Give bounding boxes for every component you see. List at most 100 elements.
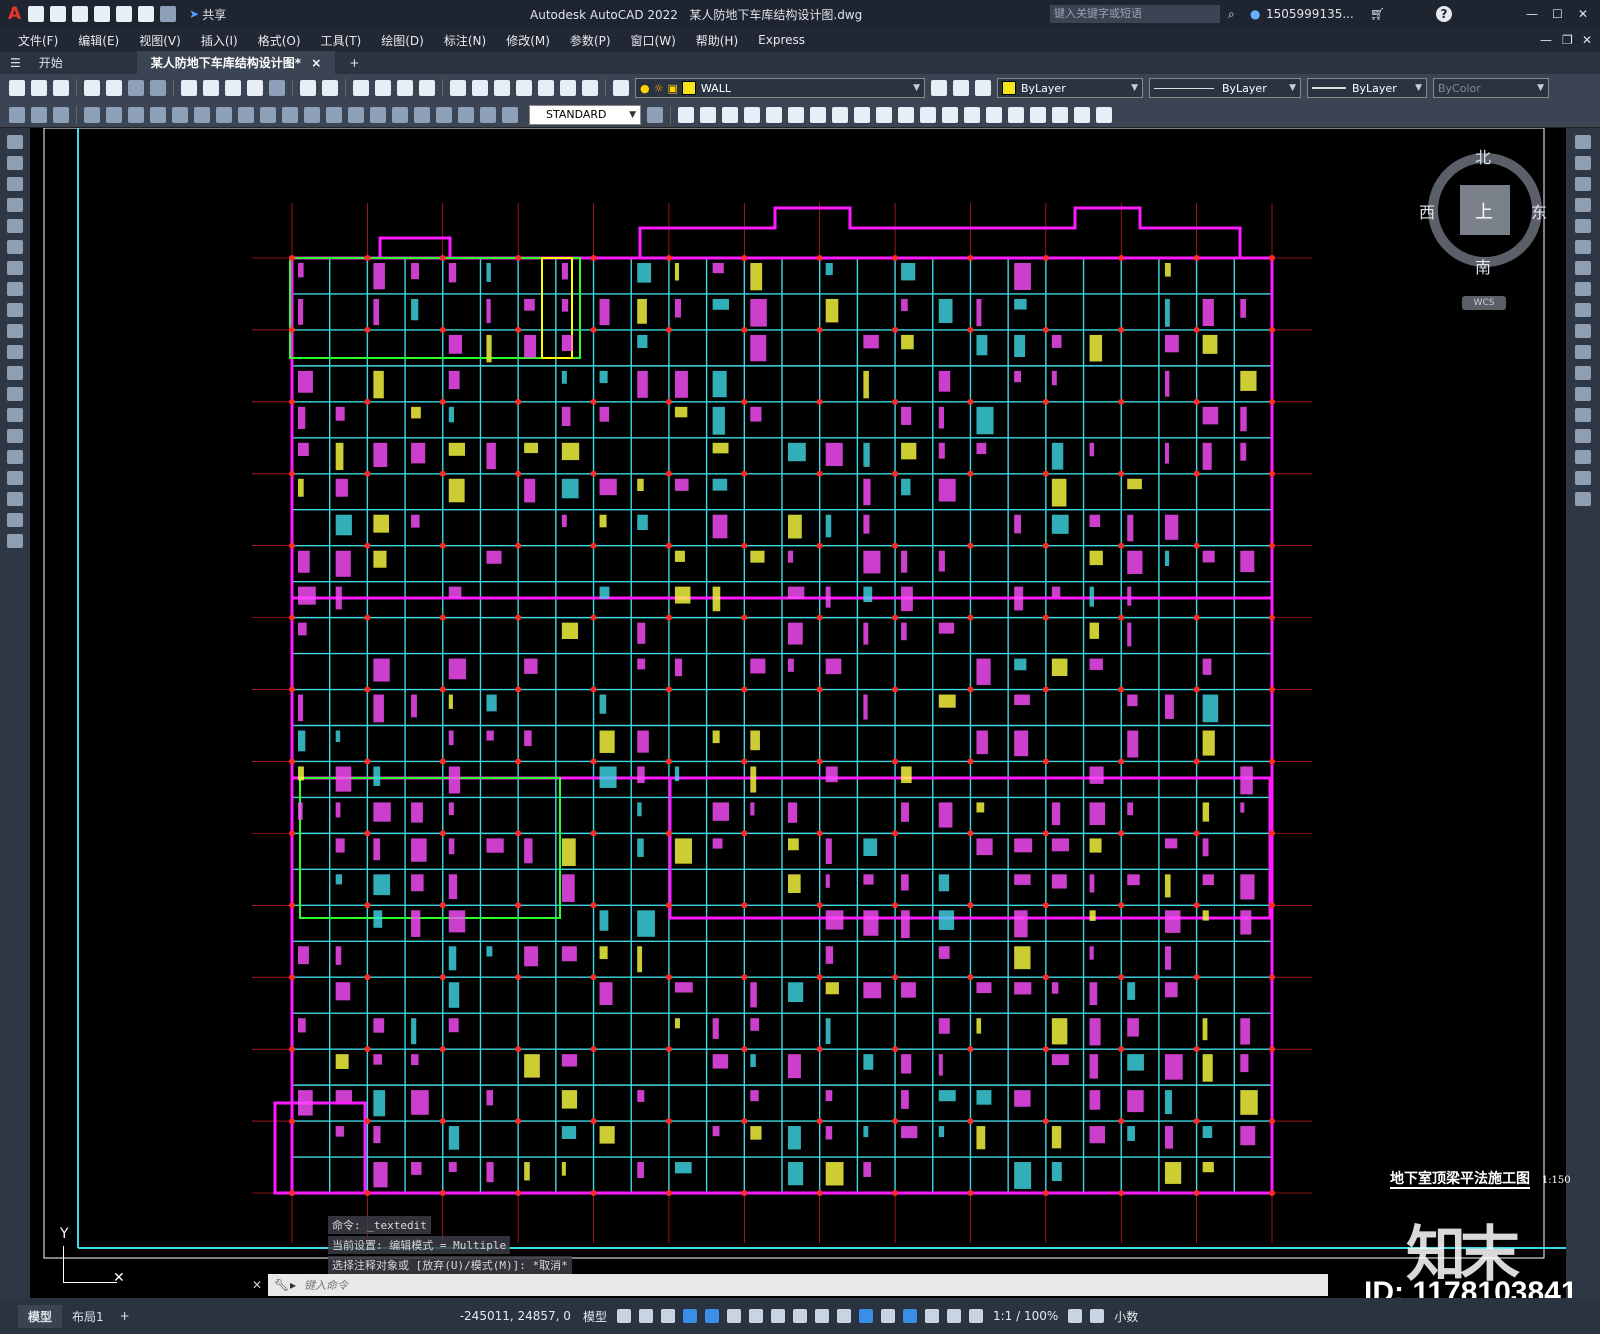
- workspace-icon[interactable]: [9, 106, 25, 123]
- redo-icon[interactable]: [322, 80, 338, 96]
- ortho-icon[interactable]: [682, 1309, 697, 1323]
- insert-block-icon[interactable]: [7, 366, 23, 380]
- quick-dim-icon[interactable]: [260, 106, 276, 123]
- array-icon[interactable]: [1575, 219, 1591, 233]
- quick-access-plot-icon[interactable]: [116, 6, 133, 22]
- properties-icon[interactable]: [450, 80, 466, 96]
- extend-icon[interactable]: [1575, 345, 1591, 359]
- osnap-icon[interactable]: [770, 1309, 785, 1323]
- break-icon[interactable]: [1575, 387, 1591, 401]
- modify-tool-10-icon[interactable]: [876, 106, 892, 123]
- gizmo-icon[interactable]: [924, 1309, 939, 1323]
- mtext-icon[interactable]: [7, 513, 23, 527]
- compass-north[interactable]: 北: [1475, 144, 1491, 168]
- dim-space-icon[interactable]: [326, 106, 342, 123]
- block-editor-icon[interactable]: [269, 80, 285, 96]
- quick-access-save-icon[interactable]: [72, 6, 89, 22]
- annotation-visibility-icon[interactable]: [946, 1309, 961, 1323]
- compass-west[interactable]: 西: [1419, 199, 1435, 223]
- offset-icon[interactable]: [1575, 198, 1591, 212]
- polar-icon[interactable]: [704, 1309, 719, 1323]
- jogged-linear-icon[interactable]: [436, 106, 452, 123]
- menu-parametric[interactable]: 参数(P): [570, 32, 611, 49]
- copy-object-icon[interactable]: [1575, 156, 1591, 170]
- modify-tool-18-icon[interactable]: [1052, 106, 1068, 123]
- grid-icon[interactable]: [616, 1309, 631, 1323]
- ellipse-arc-icon[interactable]: [7, 345, 23, 359]
- angular-dim-icon[interactable]: [238, 106, 254, 123]
- command-customize-icon[interactable]: 🔧︎: [274, 1278, 289, 1292]
- cart-icon[interactable]: 🛒︎: [1370, 7, 1385, 21]
- quick-access-redo-icon[interactable]: [160, 6, 177, 22]
- modify-tool-5-icon[interactable]: [766, 106, 782, 123]
- polygon-icon[interactable]: [7, 198, 23, 212]
- diameter-dim-icon[interactable]: [216, 106, 232, 123]
- dim-text-edit-icon[interactable]: [480, 106, 496, 123]
- join-icon[interactable]: [1575, 408, 1591, 422]
- radius-dim-icon[interactable]: [172, 106, 188, 123]
- zoom-window-icon[interactable]: [397, 80, 413, 96]
- scale-icon[interactable]: [1575, 282, 1591, 296]
- compass-east[interactable]: 东: [1531, 199, 1547, 223]
- annotation-monitor-icon[interactable]: [1090, 1309, 1105, 1323]
- polyline-icon[interactable]: [7, 177, 23, 191]
- tab-layout1[interactable]: 布局1: [62, 1305, 114, 1328]
- isodraft-icon[interactable]: [726, 1309, 741, 1323]
- cut-icon[interactable]: [181, 80, 197, 96]
- modify-tool-4-icon[interactable]: [744, 106, 760, 123]
- command-recent-icon[interactable]: ▸: [290, 1278, 296, 1292]
- match-properties-icon[interactable]: [247, 80, 263, 96]
- lineweight-icon[interactable]: [792, 1309, 807, 1323]
- share-icon[interactable]: ➤: [189, 7, 199, 21]
- zoom-realtime-icon[interactable]: [375, 80, 391, 96]
- viewcube-top-label[interactable]: 上: [1475, 198, 1493, 224]
- plot-icon[interactable]: [84, 80, 100, 96]
- menu-help[interactable]: 帮助(H): [696, 32, 738, 49]
- rectangle-icon[interactable]: [7, 219, 23, 233]
- menu-view[interactable]: 视图(V): [139, 32, 181, 49]
- color-dropdown[interactable]: ByLayer ▼: [997, 78, 1143, 98]
- fillet-icon[interactable]: [1575, 450, 1591, 464]
- selection-filter-icon[interactable]: [902, 1309, 917, 1323]
- chamfer-icon[interactable]: [1575, 429, 1591, 443]
- modify-tool-1-icon[interactable]: [678, 106, 694, 123]
- sheet-set-icon[interactable]: [516, 80, 532, 96]
- doc-close-icon[interactable]: ✕: [1582, 33, 1592, 47]
- share-button[interactable]: 共享: [202, 6, 226, 23]
- table-icon[interactable]: [7, 492, 23, 506]
- maximize-icon[interactable]: ☐: [1552, 7, 1563, 21]
- units-setting[interactable]: 小数: [1114, 1308, 1138, 1325]
- make-current-icon[interactable]: [931, 80, 947, 96]
- menu-dimension[interactable]: 标注(N): [444, 32, 486, 49]
- close-icon[interactable]: ✕: [1578, 7, 1588, 21]
- command-line[interactable]: ✕ 🔧︎ ▸ 键入命令: [252, 1274, 1328, 1296]
- tab-add-button[interactable]: +: [349, 56, 359, 70]
- annotation-scale[interactable]: 1:1 / 100%: [993, 1309, 1058, 1323]
- tab-start[interactable]: 开始: [25, 51, 77, 74]
- ordinate-dim-icon[interactable]: [150, 106, 166, 123]
- menu-tools[interactable]: 工具(T): [321, 32, 362, 49]
- dim-update-icon[interactable]: [502, 106, 518, 123]
- plotstyle-dropdown[interactable]: ByColor ▼: [1433, 78, 1549, 98]
- menu-modify[interactable]: 修改(M): [506, 32, 550, 49]
- modify-tool-7-icon[interactable]: [810, 106, 826, 123]
- modify-tool-19-icon[interactable]: [1074, 106, 1090, 123]
- infer-icon[interactable]: [660, 1309, 675, 1323]
- user-name[interactable]: 1505999135...: [1266, 7, 1354, 21]
- center-mark-icon[interactable]: [392, 106, 408, 123]
- coordinates-readout[interactable]: -245011, 24857, 0: [460, 1309, 571, 1323]
- modify-tool-11-icon[interactable]: [898, 106, 914, 123]
- help-toolbar-icon[interactable]: [582, 80, 598, 96]
- selection-cycling-icon[interactable]: [836, 1309, 851, 1323]
- command-close-icon[interactable]: ✕: [252, 1278, 262, 1292]
- drawing-canvas[interactable]: [30, 128, 1566, 1298]
- transparency-icon[interactable]: [814, 1309, 829, 1323]
- continue-dim-icon[interactable]: [304, 106, 320, 123]
- minimize-icon[interactable]: —: [1526, 7, 1538, 21]
- model-space-toggle[interactable]: 模型: [583, 1308, 607, 1325]
- menu-window[interactable]: 窗口(W): [631, 32, 676, 49]
- layer-state-icon[interactable]: [975, 80, 991, 96]
- tool-palettes-icon[interactable]: [494, 80, 510, 96]
- snap-icon[interactable]: [638, 1309, 653, 1323]
- command-input[interactable]: 键入命令: [304, 1277, 348, 1293]
